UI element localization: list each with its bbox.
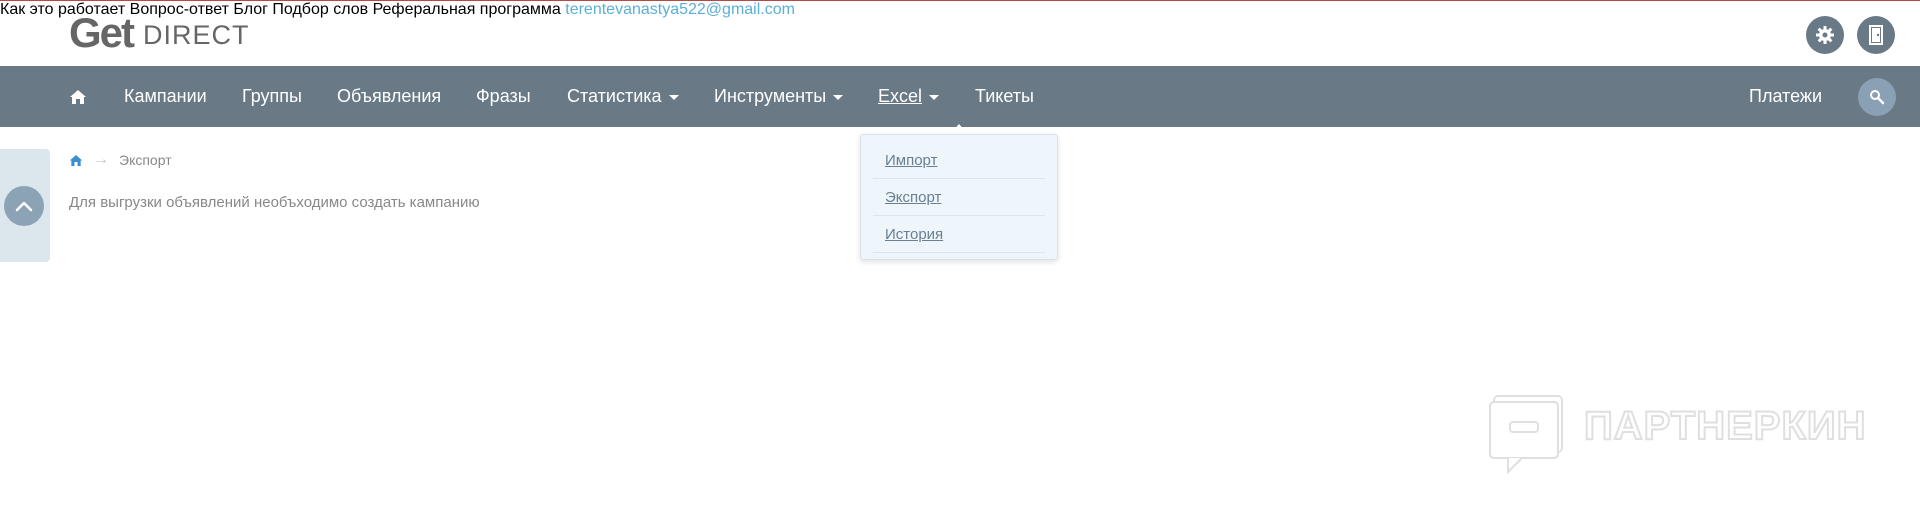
chevron-down-icon (668, 95, 679, 100)
nav-ads-label: Объявления (337, 86, 442, 106)
header-link-referral[interactable]: Реферальная программа (373, 1, 561, 18)
gear-icon (1816, 26, 1834, 44)
logo[interactable]: Get DIRECT (69, 9, 250, 56)
door-icon (1869, 25, 1883, 45)
header: Get DIRECT Как это работает Вопрос-ответ… (0, 1, 1920, 66)
scroll-up-button[interactable] (4, 186, 44, 226)
logout-button[interactable] (1857, 16, 1895, 54)
nav-payments[interactable]: Платежи (1749, 66, 1822, 127)
nav-campaigns[interactable]: Кампании (124, 66, 207, 127)
settings-button[interactable] (1806, 16, 1844, 54)
nav-ads[interactable]: Объявления (337, 66, 441, 127)
nav-groups-label: Группы (242, 86, 302, 106)
nav-tickets[interactable]: Тикеты (975, 66, 1034, 127)
breadcrumb-current: Экспорт (119, 152, 172, 168)
nav-statistics-label: Статистика (567, 86, 662, 106)
search-icon (1870, 90, 1885, 105)
nav-statistics[interactable]: Статистика (567, 66, 679, 127)
nav-tickets-label: Тикеты (975, 86, 1034, 106)
nav-excel-label: Excel (878, 86, 923, 106)
dropdown-item-import[interactable]: Импорт (873, 142, 1045, 179)
nav-home[interactable] (69, 66, 87, 127)
header-link-keywords[interactable]: Подбор слов (272, 1, 368, 18)
chevron-down-icon (833, 95, 844, 100)
user-email-link[interactable]: terentevanastya522@gmail.com (565, 1, 795, 18)
home-icon[interactable] (69, 154, 83, 167)
excel-dropdown-menu: Импорт Экспорт История (860, 134, 1058, 260)
logo-direct: DIRECT (143, 19, 250, 50)
dropdown-pointer (952, 124, 966, 132)
nav-tools-label: Инструменты (714, 86, 827, 106)
nav-phrases-label: Фразы (476, 86, 531, 106)
nav-excel[interactable]: Excel (878, 66, 940, 127)
nav-groups[interactable]: Группы (242, 66, 302, 127)
home-icon (70, 89, 86, 104)
empty-state-message: Для выгрузки объявлений необъходимо созд… (69, 194, 480, 211)
arrow-right-icon: → (93, 151, 109, 168)
main-navigation: Кампании Группы Объявления Фразы Статист… (0, 66, 1920, 127)
nav-campaigns-label: Кампании (124, 86, 207, 106)
watermark-logo: ПАРТНЕРКИН (1488, 394, 1868, 474)
speech-bubble-icon (1489, 395, 1563, 474)
dropdown-item-history[interactable]: История (873, 216, 1045, 253)
breadcrumb: → Экспорт (69, 151, 172, 169)
dropdown-item-export[interactable]: Экспорт (873, 179, 1045, 216)
search-button[interactable] (1858, 78, 1896, 116)
chevron-up-icon (15, 201, 33, 212)
logo-get: Get (69, 9, 135, 56)
nav-payments-label: Платежи (1749, 86, 1823, 106)
watermark-text: ПАРТНЕРКИН (1583, 403, 1867, 449)
chevron-down-icon (929, 95, 940, 100)
nav-phrases[interactable]: Фразы (476, 66, 531, 127)
nav-tools[interactable]: Инструменты (714, 66, 844, 127)
